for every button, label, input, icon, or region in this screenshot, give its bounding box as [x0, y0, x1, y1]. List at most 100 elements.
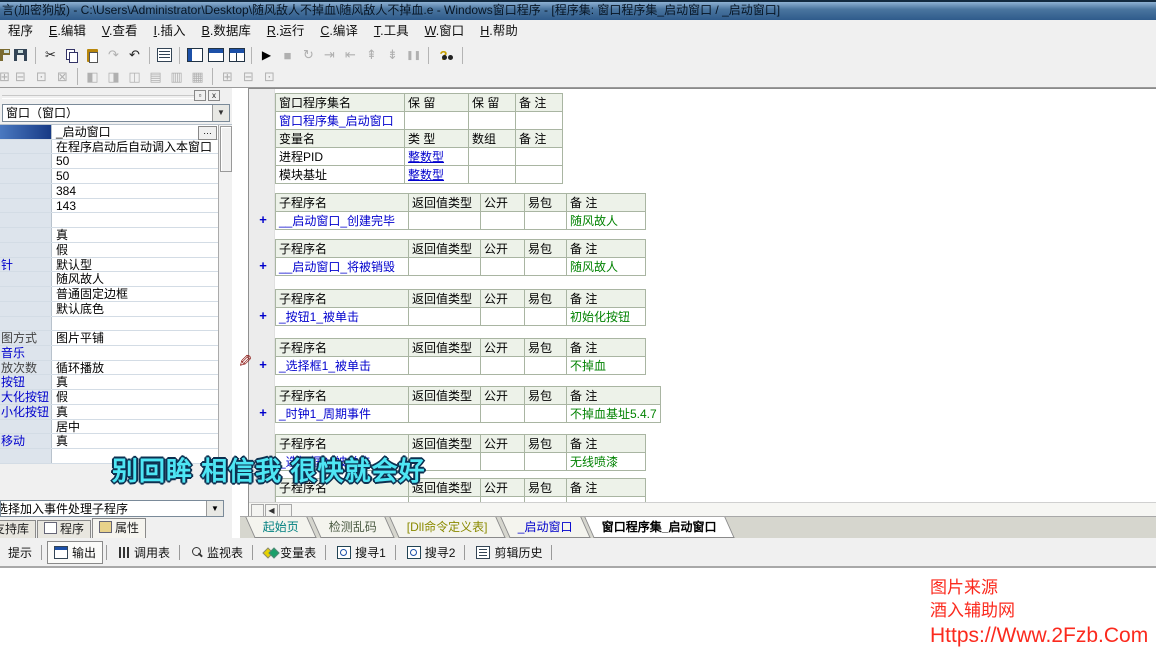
size-icon[interactable]: ⊡	[259, 67, 280, 86]
property-row[interactable]: 50	[0, 154, 232, 169]
table-cell[interactable]	[409, 212, 481, 230]
table-cell[interactable]: 模块基址	[276, 166, 405, 184]
menu-item-7[interactable]: T.工具	[366, 20, 417, 43]
property-value[interactable]: 真	[53, 434, 218, 448]
table-cell[interactable]: 窗口程序集_启动窗口	[276, 112, 405, 130]
table-cell[interactable]	[481, 357, 525, 375]
menu-item-5[interactable]: R.运行	[259, 20, 313, 43]
table-cell[interactable]	[525, 308, 567, 326]
property-row[interactable]: 移动真	[0, 434, 232, 449]
undo-icon[interactable]: ↶	[124, 46, 145, 65]
property-row[interactable]: 普通固定边框	[0, 287, 232, 302]
property-value[interactable]: 真	[53, 228, 218, 242]
component-selector[interactable]: 窗口（窗口） ▼	[2, 104, 230, 122]
table-cell[interactable]	[525, 357, 567, 375]
table-cell[interactable]: __启动窗口_将被销毁	[276, 258, 409, 276]
property-row[interactable]: 音乐	[0, 346, 232, 361]
table-cell[interactable]	[409, 405, 481, 423]
open-icon[interactable]	[0, 46, 10, 65]
expand-plus-icon[interactable]: +	[256, 212, 270, 227]
menu-item-4[interactable]: B.数据库	[194, 20, 259, 43]
table-cell[interactable]: _时钟1_周期事件	[276, 405, 409, 423]
size-icon[interactable]: ⊟	[238, 67, 259, 86]
bottom-item-调用表[interactable]: 调用表	[112, 542, 176, 563]
tab-程序[interactable]: 程序	[37, 520, 91, 538]
table-cell[interactable]	[516, 166, 563, 184]
align-icon[interactable]: ◫	[124, 67, 145, 86]
property-row[interactable]: 默认底色	[0, 302, 232, 317]
step-over-icon[interactable]: ⇞	[361, 46, 382, 65]
property-row[interactable]: 图方式图片平铺	[0, 331, 232, 346]
table-cell[interactable]	[516, 148, 563, 166]
table-cell[interactable]	[516, 112, 563, 130]
align-icon[interactable]: ◧	[82, 67, 103, 86]
align-icon[interactable]: ⊞	[0, 67, 10, 86]
table-cell[interactable]: _按钮1_被单击	[276, 308, 409, 326]
property-row[interactable]: 大化按钮假	[0, 390, 232, 405]
table-cell[interactable]	[525, 258, 567, 276]
bottom-item-剪辑历史[interactable]: 剪辑历史	[470, 542, 548, 563]
panel-restore-icon[interactable]: ▫	[194, 90, 206, 101]
expand-plus-icon[interactable]: +	[256, 405, 270, 420]
doc-tab-[Dll命令定义表][interactable]: [Dll命令定义表]	[389, 517, 505, 538]
doc-tab-检测乱码[interactable]: 检测乱码	[311, 517, 394, 538]
property-value[interactable]: 默认底色	[53, 302, 218, 316]
table-cell[interactable]	[525, 453, 567, 471]
property-value[interactable]: 真	[53, 405, 218, 419]
redo-icon[interactable]: ↷	[103, 46, 124, 65]
run-icon[interactable]: ▶	[256, 46, 277, 65]
doc-tab-窗口程序集_启动窗口[interactable]: 窗口程序集_启动窗口	[585, 517, 735, 538]
table-cell[interactable]: 初始化按钮	[567, 308, 646, 326]
cut-icon[interactable]: ✂	[40, 46, 61, 65]
chevron-down-icon[interactable]: ▼	[206, 501, 223, 516]
table-cell[interactable]	[409, 357, 481, 375]
event-handler-combo[interactable]: 选择加入事件处理子程序 ▼	[0, 500, 224, 517]
table-cell[interactable]	[525, 212, 567, 230]
property-row[interactable]	[0, 317, 232, 332]
property-value[interactable]: 默认型	[53, 258, 218, 272]
property-value[interactable]: 真	[53, 375, 218, 389]
align-icon[interactable]: ▥	[166, 67, 187, 86]
property-value[interactable]: 143	[53, 199, 218, 213]
bottom-item-监视表[interactable]: 监视表	[185, 542, 249, 563]
property-row[interactable]: 真	[0, 228, 232, 243]
menu-item-2[interactable]: V.查看	[94, 20, 146, 43]
table-cell[interactable]: 无线喷漆	[567, 453, 646, 471]
expand-plus-icon[interactable]: +	[256, 357, 270, 372]
align-icon[interactable]: ⊟	[10, 67, 31, 86]
menu-item-1[interactable]: E.编辑	[41, 20, 94, 43]
table-cell[interactable]: 随风故人	[567, 212, 646, 230]
menu-item-6[interactable]: C.编译	[312, 20, 366, 43]
property-value[interactable]: 50	[53, 169, 218, 183]
property-value[interactable]: 循环播放	[53, 361, 218, 375]
layout-top-icon[interactable]	[205, 46, 226, 65]
align-icon[interactable]: ◨	[103, 67, 124, 86]
property-value[interactable]	[53, 317, 218, 331]
property-value[interactable]: 384	[53, 184, 218, 198]
table-cell[interactable]: _选择框1_被单击	[276, 357, 409, 375]
property-row[interactable]: 随风故人	[0, 272, 232, 287]
help-find-icon[interactable]: ?	[433, 46, 454, 65]
table-cell[interactable]	[525, 405, 567, 423]
table-cell[interactable]	[481, 453, 525, 471]
bottom-item-搜寻1[interactable]: 搜寻1	[331, 542, 392, 563]
pause-icon[interactable]: ❚❚	[403, 46, 424, 65]
property-value[interactable]: 假	[53, 243, 218, 257]
property-row[interactable]: 按钮真	[0, 375, 232, 390]
property-scrollbar[interactable]	[218, 125, 232, 464]
table-cell[interactable]	[481, 212, 525, 230]
property-value[interactable]: 随风故人	[53, 272, 218, 286]
table-cell[interactable]	[481, 308, 525, 326]
menu-item-8[interactable]: W.窗口	[417, 20, 473, 43]
property-value[interactable]: 图片平铺	[53, 331, 218, 345]
align-icon[interactable]: ▤	[145, 67, 166, 86]
layout-left-icon[interactable]	[184, 46, 205, 65]
property-value[interactable]: 居中	[53, 420, 218, 434]
paste-icon[interactable]	[82, 46, 103, 65]
debug-restart-icon[interactable]: ↻	[298, 46, 319, 65]
size-icon[interactable]: ⊞	[217, 67, 238, 86]
panel-grip[interactable]	[2, 95, 200, 99]
table-cell[interactable]	[469, 112, 516, 130]
bottom-item-输出[interactable]: 输出	[47, 541, 103, 564]
property-value[interactable]: 在程序启动后自动调入本窗口	[53, 140, 218, 154]
